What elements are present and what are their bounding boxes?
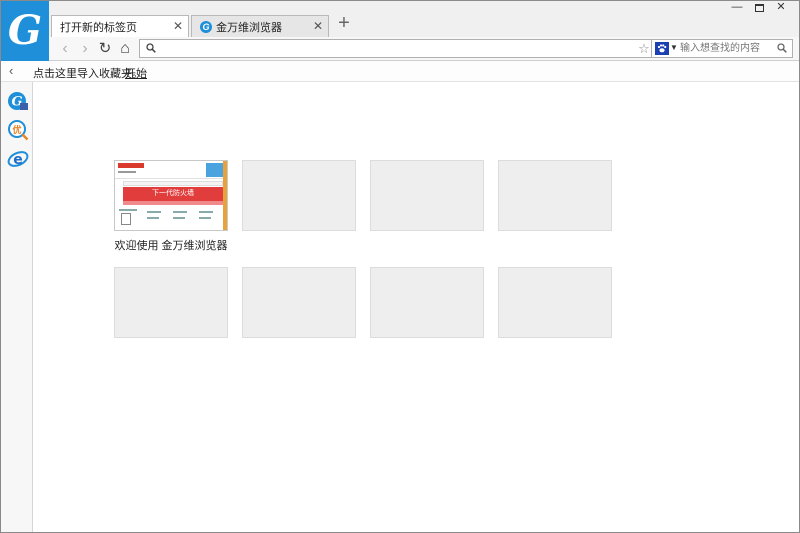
sidebar: G 优 e (1, 82, 33, 532)
browser-logo[interactable]: G (1, 1, 49, 61)
browser-favicon-icon: G (200, 20, 212, 33)
tab-new-tab[interactable]: 打开新的标签页 ✕ (51, 15, 189, 38)
speed-dial-empty-tile[interactable] (242, 160, 356, 231)
speed-dial-empty-tile[interactable] (370, 267, 484, 338)
tab-strip: 打开新的标签页 ✕ G 金万维浏览器 ✕ + — ✕ (49, 1, 799, 38)
thumbnail-banner: 下一代防火墙 (123, 187, 223, 201)
speed-dial-empty-tile[interactable] (370, 160, 484, 231)
tab-close-icon[interactable]: ✕ (172, 20, 184, 32)
new-tab-button[interactable]: + (335, 13, 353, 33)
svg-text:优: 优 (12, 124, 21, 136)
chevron-down-icon[interactable]: ▼ (670, 43, 678, 52)
speed-dial-empty-tile[interactable] (498, 160, 612, 231)
search-icon (146, 43, 156, 53)
forward-button[interactable]: › (75, 39, 95, 59)
coupon-app-icon[interactable]: 优 (7, 119, 29, 141)
navigation-toolbar: ‹ › ↻ ⌂ ☆ ⇪ ϟ ▼ (49, 37, 799, 61)
import-start-link[interactable]: 开始 (125, 65, 147, 81)
e-app-icon[interactable]: e (7, 148, 29, 170)
thumbnail-banner-text: 下一代防火墙 (152, 190, 194, 197)
minimize-button[interactable]: — (727, 1, 747, 15)
search-box[interactable]: ▼ (651, 39, 793, 58)
thumbnail-text (147, 211, 161, 213)
speed-dial-empty-tile[interactable] (242, 267, 356, 338)
search-input[interactable] (680, 41, 776, 56)
bookmark-star-icon[interactable]: ☆ (636, 41, 652, 57)
thumbnail-search-bar (123, 181, 223, 186)
maximize-icon (754, 4, 764, 12)
paw-glyph (657, 44, 667, 53)
tab-title: 打开新的标签页 (60, 22, 137, 34)
thumbnail-text (173, 211, 187, 213)
thumbnail-banner-strip (123, 201, 223, 205)
speed-dial-tile[interactable]: 下一代防火墙 (114, 160, 228, 231)
reload-button[interactable]: ↻ (95, 39, 115, 59)
address-bar[interactable]: ☆ ⇪ ϟ (139, 39, 689, 58)
maximize-button[interactable] (749, 1, 769, 15)
thumbnail-subtitle (118, 171, 136, 173)
browser-window: G 打开新的标签页 ✕ G 金万维浏览器 ✕ + — ✕ ‹ › ↻ ⌂ ☆ ▼… (0, 0, 800, 533)
thumbnail-text (199, 211, 213, 213)
speed-dial-empty-tile[interactable] (114, 267, 228, 338)
tab-close-icon[interactable]: ✕ (312, 20, 324, 32)
thumbnail-scrollbar (223, 161, 227, 230)
tab-title: 金万维浏览器 (216, 21, 282, 34)
gooagoo-app-icon[interactable]: G (7, 90, 29, 112)
bookmarks-bar: ‹ 点击这里导入收藏夹。 开始 (1, 61, 799, 82)
home-button[interactable]: ⌂ (115, 39, 135, 59)
close-window-button[interactable]: ✕ (771, 1, 791, 15)
tab-browser-home[interactable]: G 金万维浏览器 ✕ (191, 15, 329, 37)
sidebar-toggle-icon[interactable]: ‹ (9, 63, 23, 79)
paw-icon[interactable] (655, 42, 669, 55)
thumbnail-text (173, 217, 185, 219)
back-button[interactable]: ‹ (55, 39, 75, 59)
file-icon (121, 213, 131, 225)
logo-letter: G (7, 7, 43, 54)
thumbnail-text (199, 217, 211, 219)
thumbnail-text (147, 217, 159, 219)
thumbnail-text (119, 209, 137, 211)
thumbnail-header (115, 161, 227, 179)
speed-dial-empty-tile[interactable] (498, 267, 612, 338)
address-input[interactable] (162, 41, 582, 56)
search-icon[interactable] (777, 43, 787, 53)
thumbnail-ad (206, 163, 224, 177)
speed-dial-caption[interactable]: 欢迎使用 金万维浏览器 (101, 237, 241, 253)
thumbnail-logo (118, 163, 144, 168)
svg-text:e: e (13, 152, 23, 168)
